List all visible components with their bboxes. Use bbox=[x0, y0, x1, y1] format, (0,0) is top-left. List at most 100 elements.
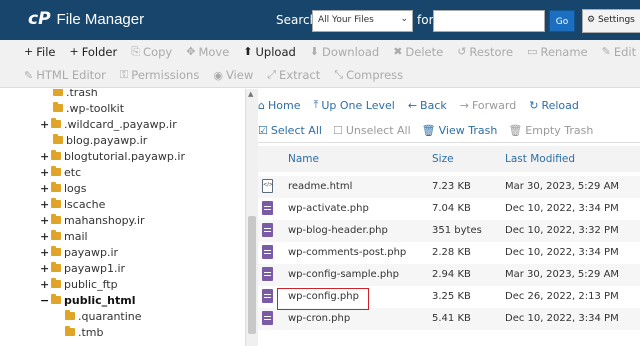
tree-item[interactable]: .quarantine bbox=[63, 308, 142, 324]
logo[interactable]: cP File Manager bbox=[28, 9, 144, 29]
expand-icon[interactable]: + bbox=[40, 246, 49, 259]
tree-item[interactable]: + lscache bbox=[40, 196, 105, 212]
tree-item[interactable]: .tmb bbox=[63, 324, 104, 340]
home-button[interactable]: ⌂ Home bbox=[258, 99, 300, 112]
settings-label: Settings bbox=[597, 15, 635, 25]
column-modified-header[interactable]: Last Modified bbox=[505, 153, 575, 165]
tree-item[interactable]: − public_html bbox=[40, 292, 135, 308]
back-button[interactable]: ← Back bbox=[408, 99, 447, 112]
cell-size: 5.41 KB bbox=[432, 313, 471, 324]
tree-item[interactable]: .wp-toolkit bbox=[51, 100, 124, 116]
table-row[interactable]: readme.html 7.23 KB Mar 30, 2023, 5:29 AM bbox=[258, 176, 640, 198]
tree-item-label: .quarantine bbox=[78, 309, 142, 323]
table-row[interactable]: wp-config-sample.php 2.94 KB Mar 30, 2023,… bbox=[258, 264, 640, 286]
toolbar-move-button[interactable]: ✥ Move bbox=[186, 45, 229, 59]
toolbar-permissions-button[interactable]: ⚿ Permissions bbox=[120, 68, 199, 82]
cell-modified: Dec 10, 2022, 3:32 PM bbox=[505, 225, 619, 236]
plus-icon: + bbox=[24, 45, 34, 58]
column-name-header[interactable]: Name bbox=[288, 153, 319, 165]
go-button[interactable]: Go bbox=[549, 10, 575, 32]
toolbar-rename-button[interactable]: ▭ Rename bbox=[527, 45, 588, 59]
table-row[interactable]: wp-activate.php 7.04 KB Dec 10, 2022, 3:34… bbox=[258, 198, 640, 220]
key-icon: ⚿ bbox=[119, 68, 129, 81]
table-row[interactable]: wp-blog-header.php 351 bytes Dec 10, 2022,… bbox=[258, 220, 640, 242]
column-size-header[interactable]: Size bbox=[432, 153, 454, 165]
toolbar-html-editor-button[interactable]: ✎ HTML Editor bbox=[24, 68, 106, 82]
expand-icon[interactable]: + bbox=[40, 262, 49, 275]
table-row[interactable]: wp-cron.php 5.41 KB Dec 10, 2022, 3:34 PM bbox=[258, 308, 640, 330]
toolbar-file-button[interactable]: + File bbox=[24, 45, 55, 59]
scroll-up-arrow-icon[interactable]: ▲ bbox=[248, 90, 253, 98]
toolbar-label: Delete bbox=[405, 44, 444, 59]
tree-item[interactable]: + blogtutorial.payawp.ir bbox=[40, 148, 185, 164]
tree-item[interactable]: + public_ftp bbox=[40, 276, 118, 292]
forward-button[interactable]: → Forward bbox=[460, 99, 516, 112]
toolbar-label: Folder bbox=[81, 44, 118, 59]
expand-icon[interactable]: + bbox=[40, 230, 49, 243]
eye-icon: ◉ bbox=[213, 68, 223, 82]
tree-item-label: .tmb bbox=[78, 325, 104, 339]
toolbar-label: Edit bbox=[613, 44, 637, 59]
php-file-icon bbox=[262, 267, 273, 281]
delete-icon: ✖ bbox=[393, 45, 403, 58]
toolbar-copy-button[interactable]: ⎘ Copy bbox=[131, 45, 172, 59]
select-all-button[interactable]: ☑ Select All bbox=[258, 124, 322, 137]
html-editor-icon: ✎ bbox=[24, 68, 34, 82]
tree-item-label: logs bbox=[64, 181, 87, 195]
tree-item[interactable]: + logs bbox=[40, 180, 87, 196]
settings-button[interactable]: ⚙ Settings bbox=[582, 9, 640, 33]
toolbar-view-button[interactable]: ◉ View bbox=[213, 68, 253, 82]
expand-icon[interactable]: + bbox=[40, 278, 49, 291]
expand-icon[interactable]: + bbox=[40, 198, 49, 211]
tree-item[interactable]: + mail bbox=[40, 228, 88, 244]
tree-scrollbar[interactable]: ▲ bbox=[245, 89, 258, 346]
tree-item[interactable]: .trash bbox=[51, 89, 98, 100]
expand-icon[interactable]: + bbox=[40, 150, 49, 163]
tree-item[interactable]: + payawp.ir bbox=[40, 244, 118, 260]
toolbar-folder-button[interactable]: + Folder bbox=[69, 45, 117, 59]
up-one-level-button[interactable]: ⤒ Up One Level bbox=[313, 98, 394, 112]
cell-size: 2.94 KB bbox=[432, 269, 471, 280]
cell-name: wp-activate.php bbox=[288, 203, 369, 214]
reload-button[interactable]: ↻ Reload bbox=[529, 99, 579, 112]
search-input[interactable] bbox=[433, 10, 545, 32]
search-scope-select[interactable]: All Your Files ⌄ bbox=[312, 10, 413, 32]
collapse-icon[interactable]: − bbox=[40, 294, 49, 307]
move-icon: ✥ bbox=[186, 45, 196, 58]
expand-icon[interactable]: + bbox=[40, 214, 49, 227]
toolbar-delete-button[interactable]: ✖ Delete bbox=[393, 45, 443, 59]
expand-icon[interactable]: + bbox=[40, 118, 49, 131]
toolbar-download-button[interactable]: ⬇ Download bbox=[310, 45, 379, 59]
toolbar-label: View bbox=[225, 68, 254, 82]
empty-trash-button[interactable]: 🗑 Empty Trash bbox=[508, 124, 593, 137]
html-file-icon bbox=[262, 179, 273, 193]
cell-size: 7.04 KB bbox=[432, 203, 471, 214]
cell-modified: Mar 30, 2023, 5:29 AM bbox=[505, 269, 620, 280]
table-row[interactable]: wp-comments-post.php 2.28 KB Dec 10, 2022,… bbox=[258, 242, 640, 264]
tree-item[interactable]: + .wildcard_.payawp.ir bbox=[40, 116, 177, 132]
toolbar-edit-button[interactable]: ✎ Edit bbox=[602, 45, 637, 59]
php-file-icon bbox=[262, 289, 273, 303]
cell-name: wp-comments-post.php bbox=[288, 247, 407, 258]
tree-item-label: blogtutorial.payawp.ir bbox=[64, 149, 185, 163]
tree-item[interactable]: blog.payawp.ir bbox=[51, 132, 147, 148]
unselect-all-button[interactable]: ☐ Unselect All bbox=[333, 124, 411, 137]
toolbar-compress-button[interactable]: ⤡ Compress bbox=[334, 68, 403, 82]
tree-item-label: mahanshopy.ir bbox=[64, 213, 145, 227]
view-trash-button[interactable]: 🗑 View Trash bbox=[422, 124, 498, 137]
toolbar-label: Download bbox=[322, 44, 380, 59]
tree-item[interactable]: + mahanshopy.ir bbox=[40, 212, 145, 228]
toolbar-extract-button[interactable]: ⤢ Extract bbox=[267, 68, 320, 82]
toolbar-restore-button[interactable]: ↺ Restore bbox=[457, 45, 513, 59]
tree-item[interactable]: + payawp1.ir bbox=[40, 260, 125, 276]
expand-icon[interactable]: + bbox=[40, 166, 49, 179]
php-file-icon bbox=[262, 201, 273, 215]
expand-icon[interactable]: + bbox=[40, 182, 49, 195]
tree-item-label: mail bbox=[64, 229, 88, 243]
plus-icon: + bbox=[69, 45, 79, 58]
cell-size: 7.23 KB bbox=[432, 181, 471, 192]
scroll-thumb[interactable] bbox=[248, 216, 256, 334]
tree-item[interactable]: + etc bbox=[40, 164, 81, 180]
toolbar-upload-button[interactable]: ⬆ Upload bbox=[243, 45, 296, 59]
toolbar-label: Restore bbox=[469, 44, 514, 59]
